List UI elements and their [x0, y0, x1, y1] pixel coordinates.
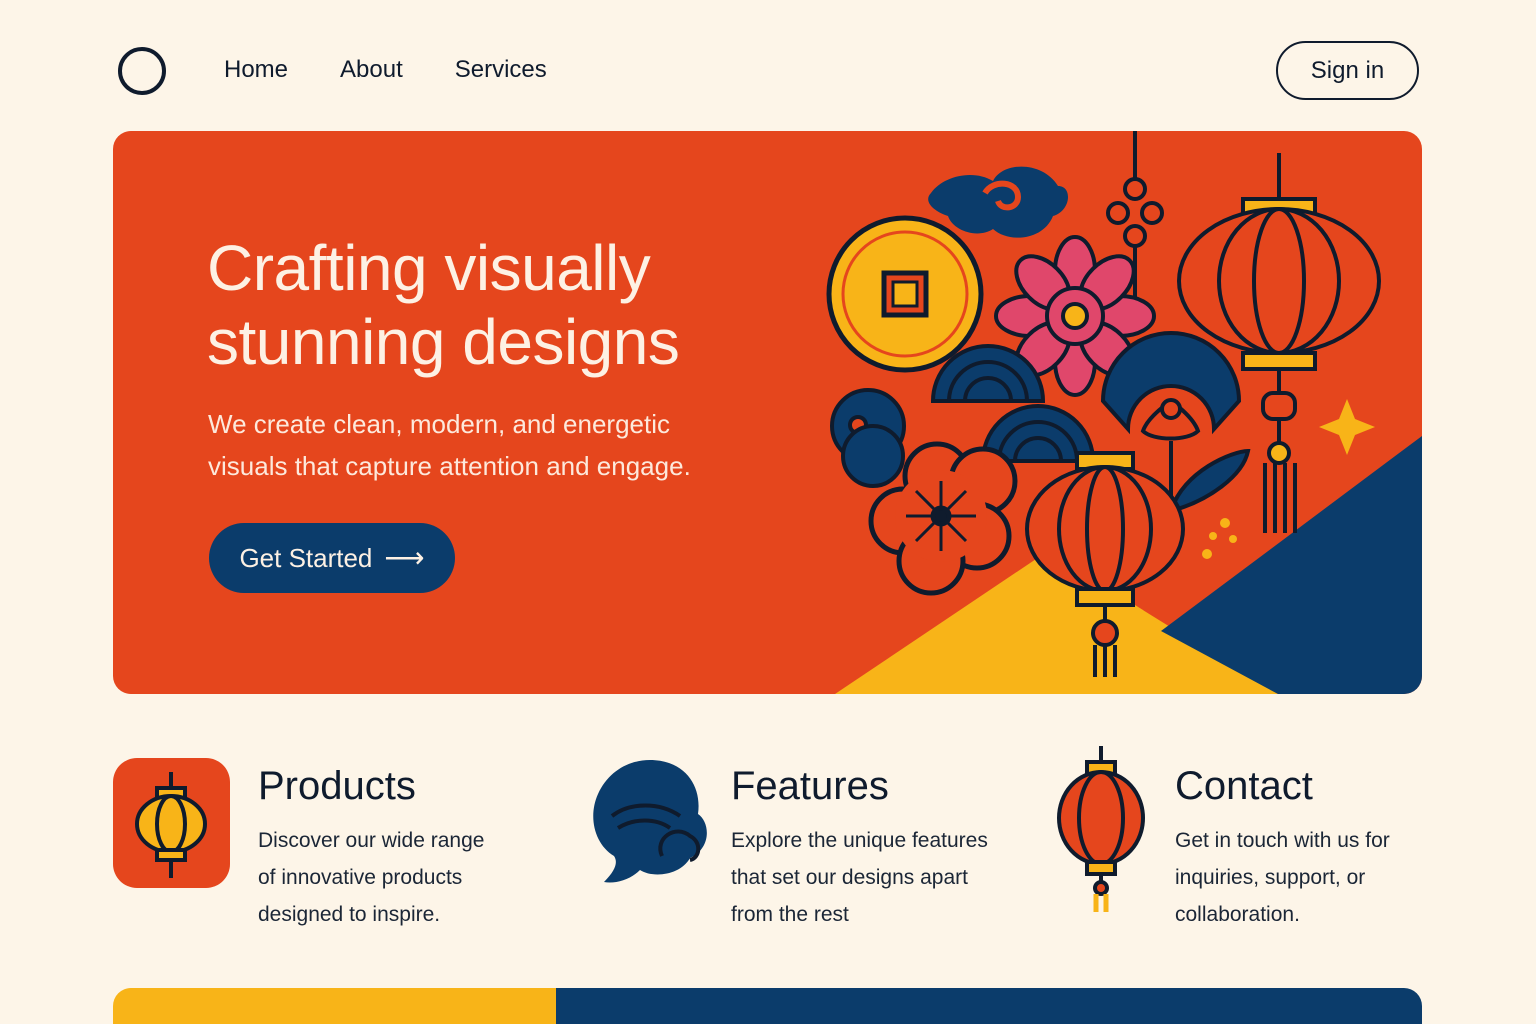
- arrow-right-icon: ⟶: [384, 542, 425, 573]
- get-started-button[interactable]: Get Started ⟶: [209, 523, 455, 593]
- hero-subtitle-line-2: visuals that capture attention and engag…: [208, 451, 691, 481]
- feature-products-desc-line: of innovative products: [258, 866, 463, 889]
- feature-products-desc-line: Discover our wide range: [258, 829, 485, 852]
- logo-circle-icon[interactable]: [118, 47, 166, 95]
- feature-products-desc-line: designed to inspire.: [258, 903, 441, 926]
- sparkle-icon: [1319, 399, 1375, 455]
- feature-products-title[interactable]: Products: [258, 760, 484, 812]
- feature-contact-desc-line: inquiries, support, or: [1175, 866, 1366, 889]
- feature-contact-desc: Get in touch with us for inquiries, supp…: [1175, 822, 1390, 933]
- feature-features-desc: Explore the unique features that set our…: [731, 822, 988, 933]
- band-navy-block: [556, 988, 1422, 1024]
- feature-contact-desc-line: Get in touch with us for: [1175, 829, 1390, 852]
- feature-features-title[interactable]: Features: [731, 760, 988, 812]
- top-nav: Home About Services Sign in: [0, 0, 1536, 130]
- feature-contact-desc-line: collaboration.: [1175, 903, 1300, 926]
- bottom-color-band: [113, 988, 1422, 1024]
- hero-subtitle: We create clean, modern, and energetic v…: [208, 403, 768, 487]
- sign-in-button[interactable]: Sign in: [1276, 41, 1419, 100]
- feature-products: Products Discover our wide range of inno…: [258, 760, 484, 933]
- feature-features-desc-line: from the rest: [731, 903, 849, 926]
- feature-features-desc-line: that set our designs apart: [731, 866, 968, 889]
- feature-features-desc-line: Explore the unique features: [731, 829, 988, 852]
- get-started-label: Get Started: [239, 542, 373, 573]
- hero-title-line-1: Crafting visually: [207, 232, 651, 304]
- yellow-dots-icon: [1202, 518, 1237, 559]
- cloud-icon: [928, 166, 1069, 238]
- feature-products-desc: Discover our wide range of innovative pr…: [258, 822, 484, 933]
- feature-contact-title[interactable]: Contact: [1175, 760, 1390, 812]
- feature-features: Features Explore the unique features tha…: [731, 760, 988, 933]
- nav-link-home[interactable]: Home: [224, 56, 288, 84]
- hero-title: Crafting visually stunning designs: [207, 231, 807, 379]
- coin-icon: [826, 215, 984, 373]
- hero-banner: Crafting visually stunning designs We cr…: [113, 131, 1422, 694]
- nav-links: Home About Services: [224, 56, 547, 84]
- nav-link-about[interactable]: About: [340, 56, 403, 84]
- cloud-wave-icon[interactable]: [590, 758, 712, 884]
- feature-contact: Contact Get in touch with us for inquiri…: [1175, 760, 1390, 933]
- hero-subtitle-line-1: We create clean, modern, and energetic: [208, 409, 671, 439]
- band-yellow-block: [113, 988, 556, 1024]
- nav-link-services[interactable]: Services: [455, 56, 547, 84]
- hero-title-line-2: stunning designs: [207, 306, 680, 378]
- lantern-icon[interactable]: [1054, 746, 1148, 914]
- lantern-tile-icon[interactable]: [113, 758, 230, 888]
